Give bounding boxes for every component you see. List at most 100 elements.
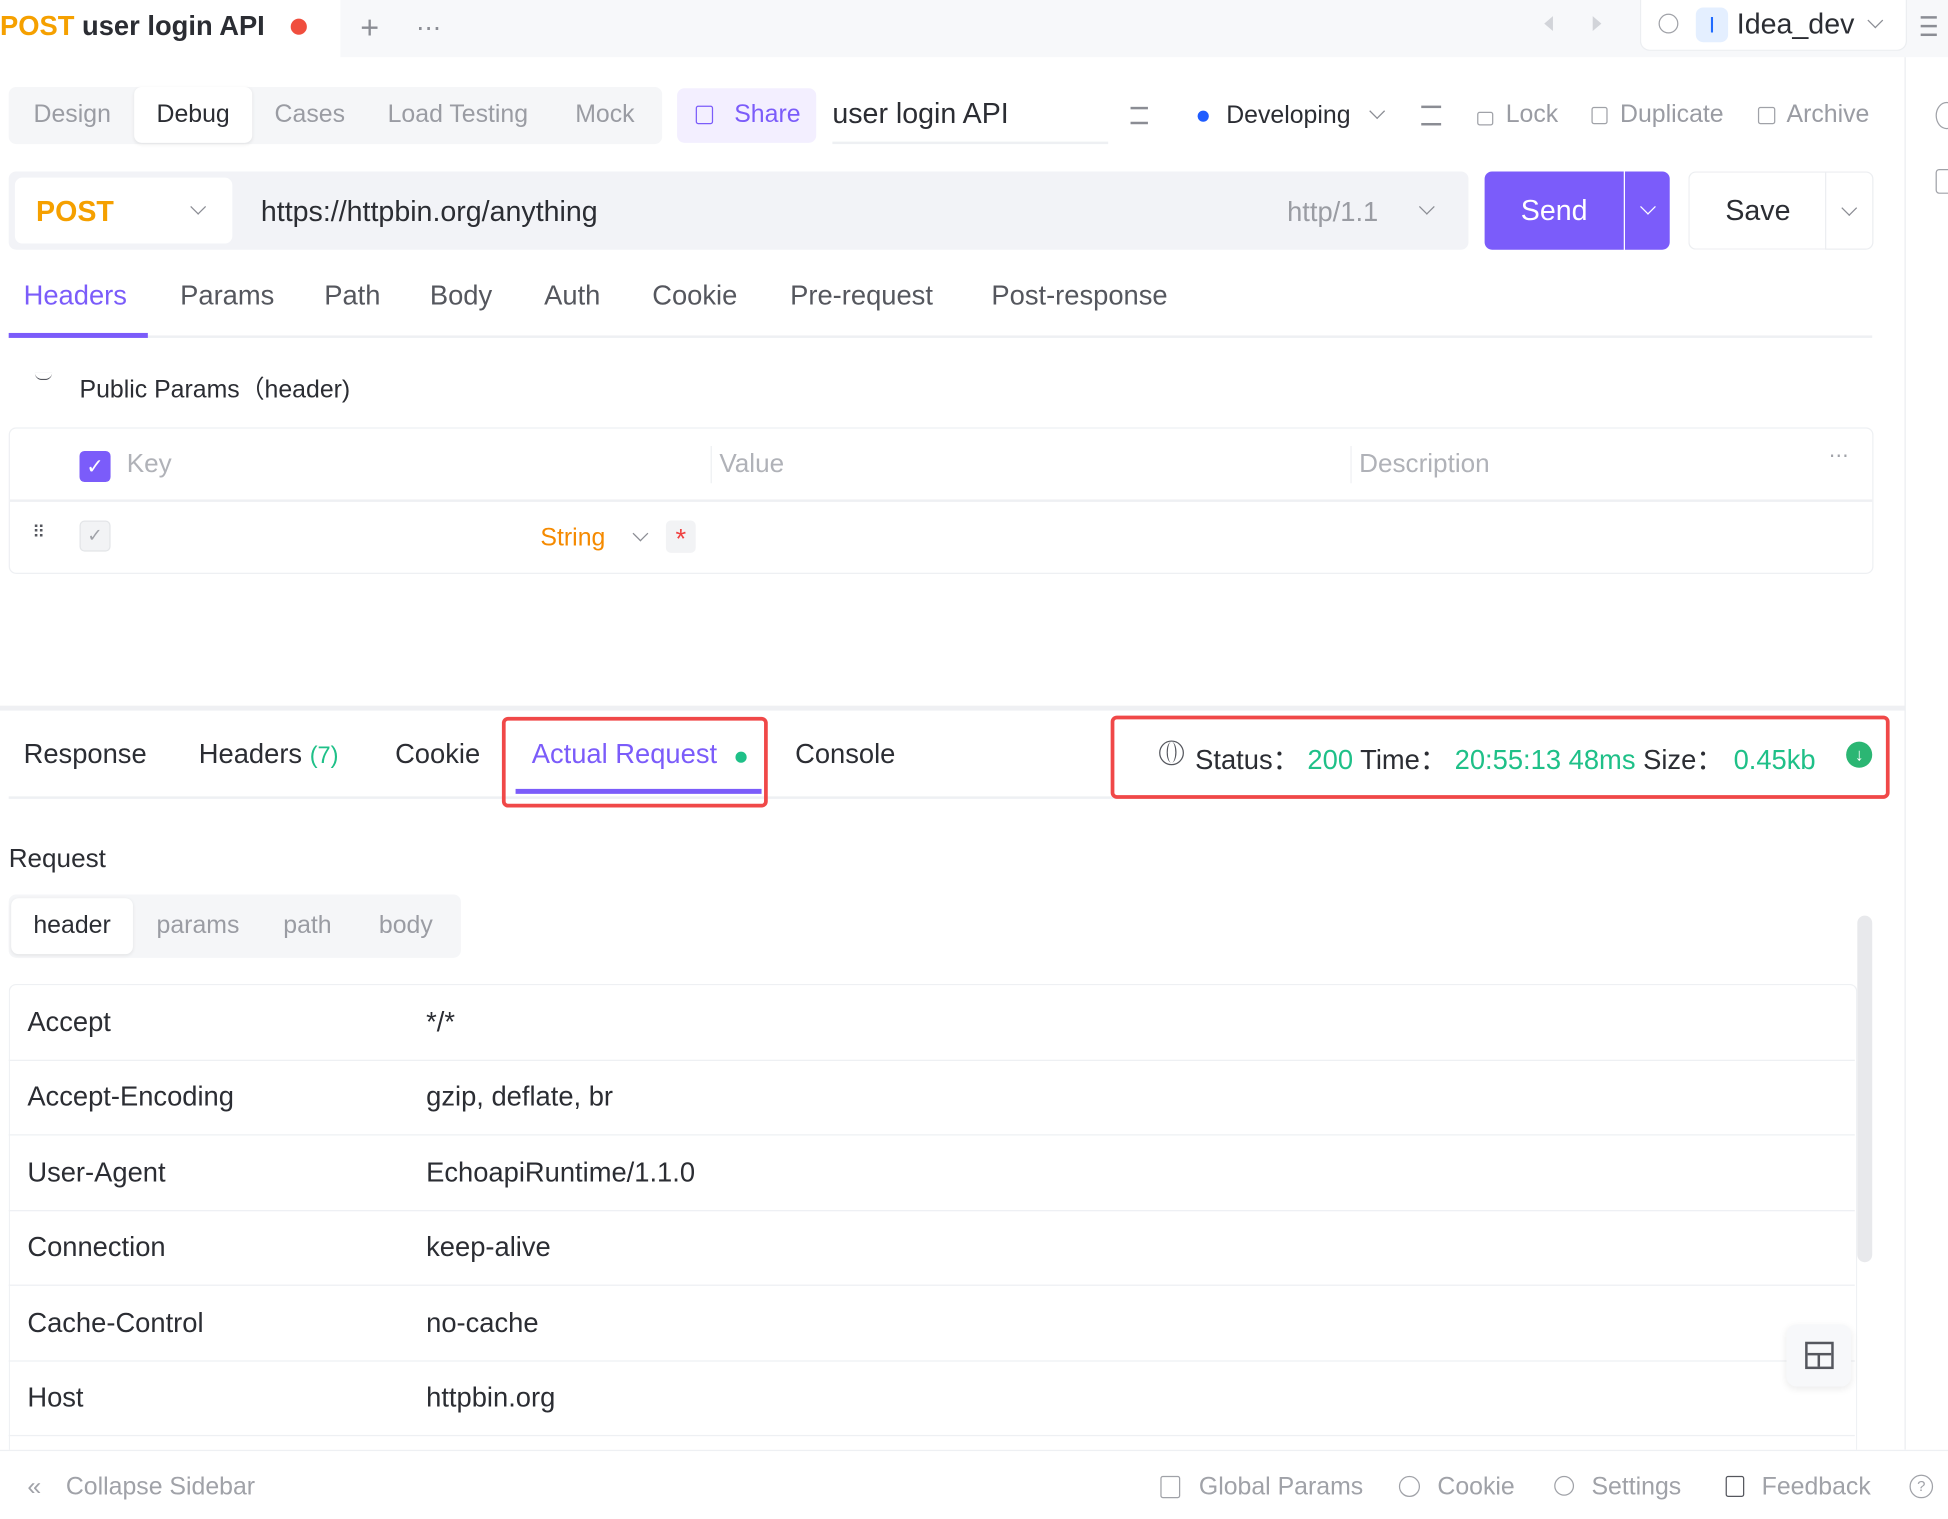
tab-design[interactable]: Design [34,101,111,130]
chevron-down-icon [1841,200,1858,216]
url-input[interactable]: https://httpbin.org/anything [261,195,598,229]
header-key: Connection [27,1231,166,1263]
method-label: POST [36,195,114,228]
save-options-button[interactable] [1825,171,1874,250]
tab-load-testing[interactable]: Load Testing [388,101,528,130]
lock-button[interactable]: Lock [1506,101,1558,130]
tab-response-headers[interactable]: Headers (7) [199,738,339,770]
tab-headers[interactable]: Headers [24,280,127,312]
scrollbar[interactable] [1857,915,1873,1263]
subtab-params[interactable]: params [157,912,240,941]
feedback-icon [1725,1475,1745,1498]
tab-path[interactable]: Path [324,280,380,312]
header-value: gzip, deflate, br [426,1080,614,1112]
header-key: Cache-Control [27,1306,204,1339]
settings-icon[interactable] [1658,13,1679,34]
settings-button[interactable]: Settings [1591,1473,1681,1502]
column-description: Description [1359,449,1490,479]
method-select[interactable]: POST [14,177,233,244]
subtab-body[interactable]: body [379,912,433,941]
tab-response[interactable]: Response [24,738,147,770]
workspace-switcher[interactable]: I Idea_dev [1639,0,1908,51]
more-options-icon[interactable]: ⋯ [1829,444,1849,469]
tab-mock[interactable]: Mock [575,101,634,130]
tab-response-cookie[interactable]: Cookie [395,738,480,770]
tab-cases[interactable]: Cases [275,101,345,130]
sidebar-tool-icon[interactable] [1935,101,1948,130]
unsaved-dot-icon [290,18,307,35]
header-value: keep-alive [426,1231,551,1263]
header-value: EchoapiRuntime/1.1.0 [426,1156,696,1188]
subtab-path[interactable]: path [283,912,331,941]
column-key: Key [126,449,172,479]
sidebar-panel-icon[interactable] [1935,168,1948,194]
tab-pre-request[interactable]: Pre-request [790,280,933,312]
double-chevron-left-icon: « [27,1473,42,1501]
table-row: User-Agent EchoapiRuntime/1.1.0 [8,1136,1855,1212]
header-row-divider [9,499,1873,502]
tab-cookie[interactable]: Cookie [652,280,737,312]
header-key: Host [27,1381,84,1413]
workspace-name: Idea_dev [1736,7,1855,40]
protocol-select[interactable]: http/1.1 [1287,196,1378,228]
response-duration: 48ms [1568,744,1636,776]
response-time: 20:55:13 [1454,744,1562,776]
tab-body[interactable]: Body [430,280,492,312]
tab-post-response[interactable]: Post-response [991,280,1167,312]
select-all-checkbox[interactable]: ✓ [79,450,111,483]
back-arrow-icon[interactable] [1544,16,1553,32]
duplicate-icon [1591,106,1608,125]
tab-debug[interactable]: Debug [157,101,230,130]
api-status-select[interactable]: Developing [1226,102,1350,131]
collapse-sidebar-button[interactable]: Collapse Sidebar [66,1473,255,1502]
drag-handle-icon[interactable]: ⠿ [32,523,46,540]
type-select[interactable]: String [540,524,605,553]
forward-arrow-icon[interactable] [1592,16,1602,32]
required-toggle[interactable]: * [665,520,696,554]
header-value: no-cache [426,1306,539,1339]
menu-icon[interactable] [1920,16,1937,37]
archive-button[interactable]: Archive [1786,101,1869,130]
chevron-down-icon [1640,198,1656,215]
tab-console[interactable]: Console [795,738,895,770]
table-row: Accept-Encoding gzip, deflate, br [8,1060,1855,1136]
right-sidebar [1904,57,1948,1450]
help-icon[interactable]: ? [1909,1474,1934,1499]
cookie-button[interactable]: Cookie [1437,1473,1514,1502]
response-status: Status： 200 Time： 20:55:13 48ms Size： 0.45k… [1195,738,1815,778]
table-row: Accept */* [8,985,1855,1061]
collapse-icon[interactable] [1421,105,1442,126]
download-icon[interactable]: ↓ [1846,741,1873,768]
edit-description-icon[interactable] [1130,106,1148,125]
tab-params[interactable]: Params [180,280,274,312]
cookie-icon [1398,1475,1421,1498]
active-dot-icon [735,751,747,763]
tab-auth[interactable]: Auth [544,280,600,312]
share-button[interactable]: Share [677,88,817,143]
row-checkbox[interactable]: ✓ [79,520,111,552]
header-key: User-Agent [27,1156,166,1188]
send-button[interactable]: Send [1484,171,1624,250]
response-size: 0.45kb [1733,744,1816,776]
column-value: Value [719,449,785,479]
duplicate-button[interactable]: Duplicate [1620,101,1724,130]
subtab-header[interactable]: header [11,898,133,955]
more-tabs-button[interactable]: ⋯ [416,12,441,43]
public-params-label[interactable]: Public Params（header) [80,369,351,405]
layout-toggle-button[interactable] [1786,1324,1852,1387]
layout-icon [1805,1341,1834,1370]
eye-closed-icon[interactable] [34,373,53,381]
tab-actual-request[interactable]: Actual Request [532,738,717,770]
header-value: */* [426,1006,456,1038]
feedback-button[interactable]: Feedback [1762,1473,1871,1502]
send-options-button[interactable] [1624,171,1670,250]
status-dot-icon [1197,110,1209,122]
table-row: Connection keep-alive [8,1210,1855,1286]
request-tab[interactable]: POST user login API [0,10,265,47]
global-params-button[interactable]: Global Params [1199,1473,1363,1502]
save-button[interactable]: Save [1688,171,1827,250]
api-name-input[interactable]: user login API [832,97,1109,145]
new-tab-button[interactable]: + [360,9,379,48]
panel-splitter[interactable] [0,705,1905,711]
chevron-down-icon [1867,12,1884,29]
